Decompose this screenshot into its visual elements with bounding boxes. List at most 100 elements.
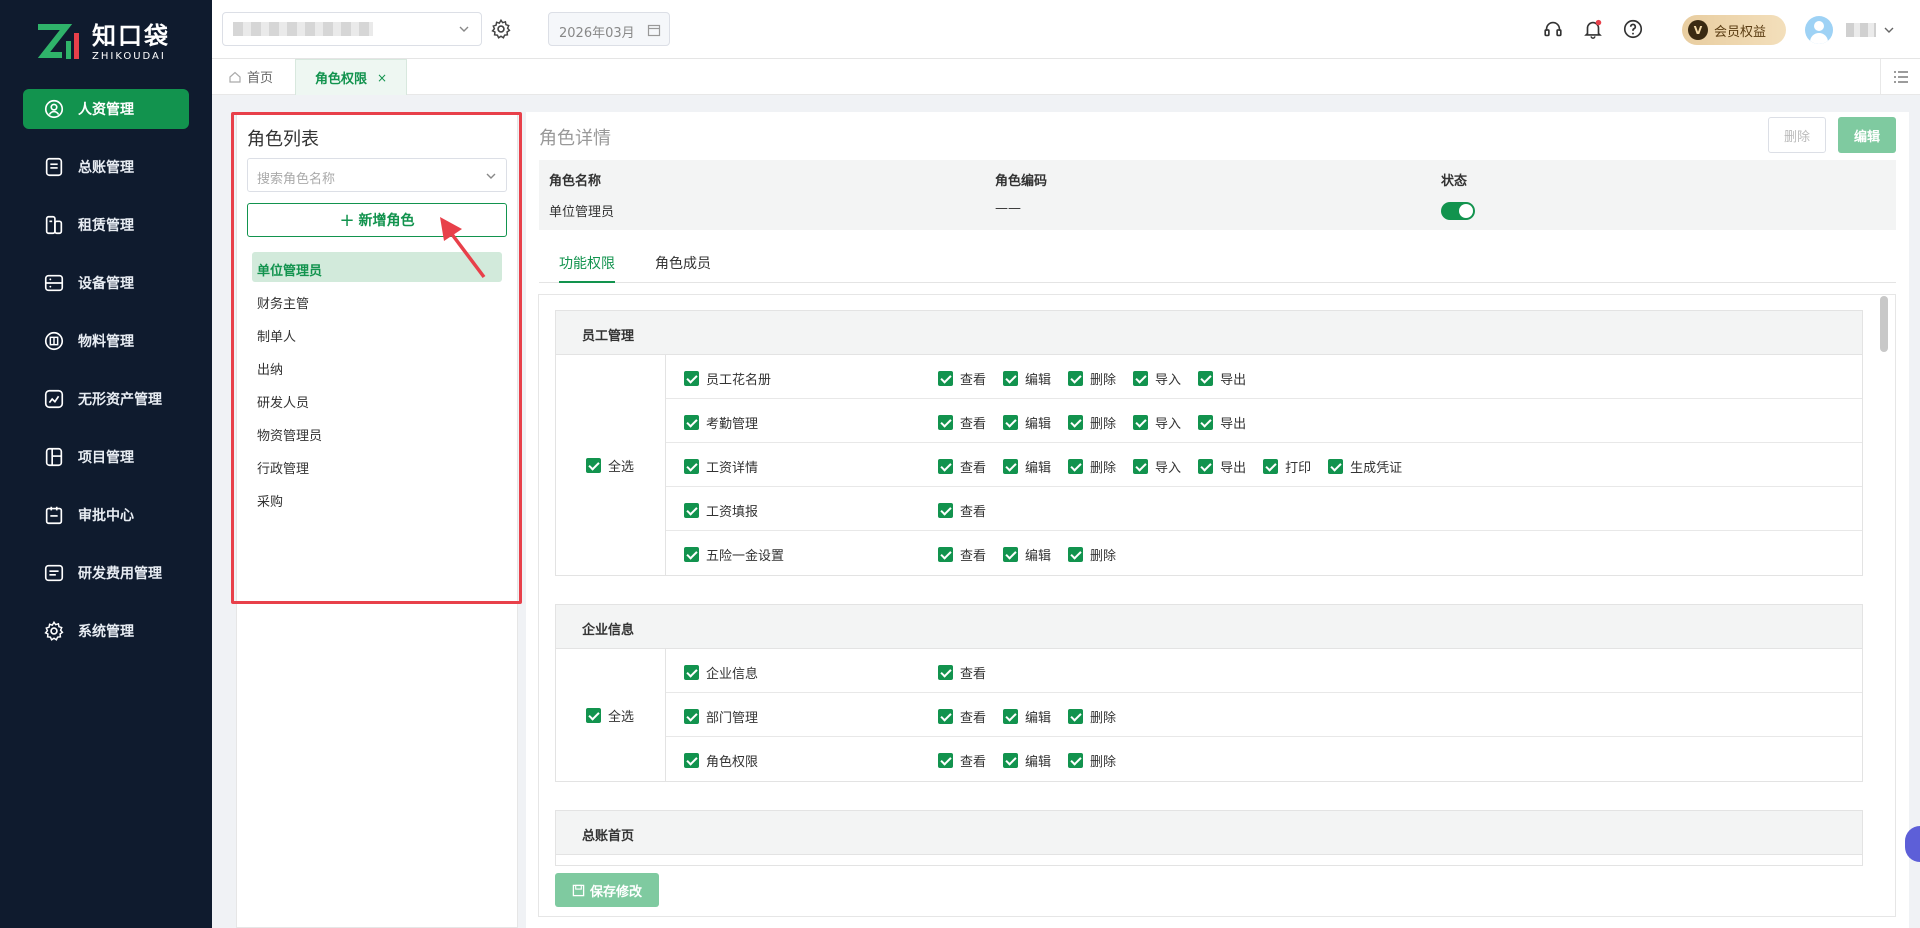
sidebar-item-lease[interactable]: 租赁管理: [23, 205, 189, 245]
permission-action-checkbox[interactable]: 编辑: [1003, 369, 1051, 388]
sidebar-item-approval[interactable]: 审批中心: [23, 495, 189, 535]
headset-support-icon[interactable]: [1542, 18, 1564, 40]
checkbox-checked-icon: [1133, 459, 1149, 474]
permission-action-checkbox[interactable]: 打印: [1263, 457, 1311, 476]
permission-action-checkbox[interactable]: 导出: [1198, 413, 1246, 432]
permission-action-label: 编辑: [1025, 373, 1052, 388]
company-select[interactable]: [222, 12, 482, 46]
permission-action-checkbox[interactable]: 查看: [938, 545, 986, 564]
sidebar-item-intangible-asset[interactable]: 无形资产管理: [23, 379, 189, 419]
permission-module-checkbox[interactable]: 部门管理: [684, 707, 758, 726]
vip-benefits-button[interactable]: V 会员权益: [1682, 15, 1786, 45]
permission-module-checkbox[interactable]: 员工花名册: [684, 369, 771, 388]
permission-action-checkbox[interactable]: 导入: [1133, 413, 1181, 432]
permission-action-checkbox[interactable]: 查看: [938, 501, 986, 520]
permission-module-checkbox[interactable]: 企业信息: [684, 663, 758, 682]
home-icon: [229, 71, 241, 83]
red-pointer-arrow-icon: [440, 217, 486, 279]
tab-role-members[interactable]: 角色成员: [655, 247, 711, 283]
permission-action-checkbox[interactable]: 导出: [1198, 369, 1246, 388]
status-toggle[interactable]: [1441, 202, 1475, 220]
sidebar-item-rd-expense[interactable]: 研发费用管理: [23, 553, 189, 593]
permission-group: 总账首页: [555, 810, 1863, 866]
delete-button[interactable]: 删除: [1768, 117, 1826, 153]
permission-module-checkbox[interactable]: 角色权限: [684, 751, 758, 770]
role-list-item[interactable]: 研发人员: [252, 384, 502, 414]
checkbox-checked-icon: [684, 547, 699, 562]
permission-action-checkbox[interactable]: 删除: [1068, 545, 1116, 564]
permission-action-checkbox[interactable]: 编辑: [1003, 413, 1051, 432]
company-name-redacted: [233, 22, 373, 36]
close-tab-icon[interactable]: ×: [377, 71, 387, 85]
brand-name-en: ZHIKOUDAI: [92, 51, 166, 62]
permission-action-checkbox[interactable]: 查看: [938, 707, 986, 726]
user-name-redacted[interactable]: [1846, 23, 1876, 37]
tab-home[interactable]: 首页: [228, 59, 273, 94]
settings-icon: [44, 620, 64, 641]
vertical-scrollbar[interactable]: [1880, 296, 1888, 352]
sidebar-item-user-circle[interactable]: 人资管理: [23, 89, 189, 129]
permission-action-checkbox[interactable]: 导入: [1133, 369, 1181, 388]
permission-action-checkbox[interactable]: 删除: [1068, 751, 1116, 770]
permission-action-checkbox[interactable]: 编辑: [1003, 457, 1051, 476]
brand-logo[interactable]: 知口袋 ZHIKOUDAI: [36, 22, 170, 64]
permission-action-checkbox[interactable]: 查看: [938, 369, 986, 388]
permission-action-checkbox[interactable]: 删除: [1068, 369, 1116, 388]
checkbox-checked-icon: [1068, 753, 1084, 768]
role-list-item[interactable]: 物资管理员: [252, 417, 502, 447]
help-question-icon[interactable]: [1622, 18, 1644, 40]
edit-button[interactable]: 编辑: [1838, 117, 1896, 153]
sidebar-item-project[interactable]: 项目管理: [23, 437, 189, 477]
sidebar-item-ledger[interactable]: 总账管理: [23, 147, 189, 187]
permission-module-checkbox[interactable]: 五险一金设置: [684, 545, 784, 564]
chevron-down-icon: [459, 26, 469, 32]
permission-row: 部门管理 查看 编辑 删除: [666, 693, 1862, 737]
chevron-down-icon[interactable]: [1882, 23, 1896, 37]
checkbox-checked-icon: [586, 457, 601, 473]
permission-module-checkbox[interactable]: 工资填报: [684, 501, 758, 520]
permission-module-label: 考勤管理: [706, 417, 759, 432]
permission-module-checkbox[interactable]: 工资详情: [684, 457, 758, 476]
role-list-item[interactable]: 行政管理: [252, 450, 502, 480]
tab-list-menu[interactable]: [1880, 59, 1920, 94]
permission-action-checkbox[interactable]: 编辑: [1003, 707, 1051, 726]
role-list-item[interactable]: 采购: [252, 483, 502, 513]
permission-action-checkbox[interactable]: 查看: [938, 751, 986, 770]
permission-action-checkbox[interactable]: 删除: [1068, 413, 1116, 432]
permission-action-checkbox[interactable]: 删除: [1068, 707, 1116, 726]
select-all-checkbox[interactable]: 全选: [556, 355, 666, 575]
tab-function-permissions[interactable]: 功能权限: [559, 247, 615, 283]
permission-module-checkbox[interactable]: 考勤管理: [684, 413, 758, 432]
period-value: 2026年03月: [559, 26, 635, 41]
permission-action-checkbox[interactable]: 查看: [938, 413, 986, 432]
permission-action-label: 导入: [1155, 373, 1182, 388]
permission-action-checkbox[interactable]: 查看: [938, 457, 986, 476]
select-all-checkbox[interactable]: 全选: [556, 649, 666, 781]
save-changes-button[interactable]: 保存修改: [555, 873, 659, 907]
role-list-item[interactable]: 制单人: [252, 318, 502, 348]
role-search-select[interactable]: 搜索角色名称: [247, 158, 507, 192]
sidebar-item-material[interactable]: 物料管理: [23, 321, 189, 361]
bell-notification-icon[interactable]: [1582, 18, 1604, 40]
permission-group-title: 总账首页: [556, 811, 1862, 855]
sidebar-item-device[interactable]: 设备管理: [23, 263, 189, 303]
checkbox-checked-icon: [938, 503, 953, 518]
user-avatar[interactable]: [1805, 16, 1833, 44]
tab-role-permissions[interactable]: 角色权限 ×: [295, 59, 407, 95]
permission-action-checkbox[interactable]: 编辑: [1003, 545, 1051, 564]
sidebar-item-settings[interactable]: 系统管理: [23, 611, 189, 651]
permission-action-checkbox[interactable]: 查看: [938, 663, 986, 682]
role-list-item[interactable]: 出纳: [252, 351, 502, 381]
permission-action-checkbox[interactable]: 删除: [1068, 457, 1116, 476]
period-picker[interactable]: 2026年03月: [548, 12, 670, 46]
permission-action-checkbox[interactable]: 导入: [1133, 457, 1181, 476]
permission-action-label: 编辑: [1025, 461, 1052, 476]
permission-action-checkbox[interactable]: 导出: [1198, 457, 1246, 476]
role-list-item[interactable]: 财务主管: [252, 285, 502, 315]
permission-action-checkbox[interactable]: 生成凭证: [1328, 457, 1402, 476]
permission-action-checkbox[interactable]: 编辑: [1003, 751, 1051, 770]
permission-row: 考勤管理 查看 编辑 删除 导入 导出: [666, 399, 1862, 443]
tab-home-label: 首页: [247, 71, 274, 86]
settings-gear-icon[interactable]: [490, 18, 512, 40]
brand-name: 知口袋: [92, 22, 170, 50]
